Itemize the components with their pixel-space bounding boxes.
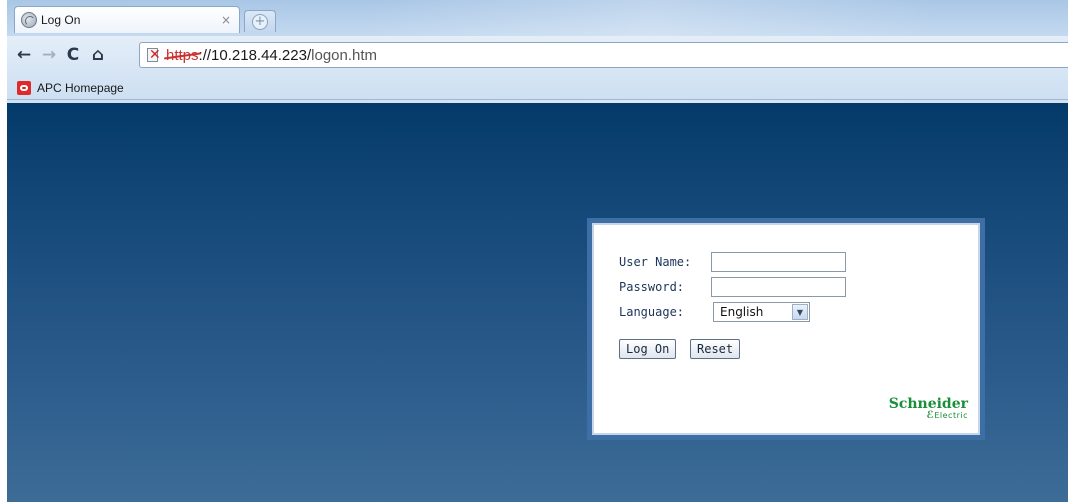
browser-toolbar: ← → C ⌂ ✕ https://10.218.44.223/logon.ht… — [7, 36, 1068, 76]
bookmark-apc-homepage[interactable]: APC Homepage — [17, 79, 124, 97]
schneider-electric-logo: Schneider ℰElectric — [889, 397, 968, 421]
url-host: ://10.218.44.223/ — [198, 46, 312, 64]
brand-name: Schneider — [888, 396, 968, 412]
brand-sub: ℰElectric — [926, 410, 968, 421]
tab-title: Log On — [41, 13, 81, 27]
language-label: Language: — [619, 305, 685, 319]
page-content: User Name: Password: Language: English ▼… — [7, 103, 1068, 502]
reload-icon[interactable]: C — [62, 44, 84, 66]
logon-button[interactable]: Log On — [619, 339, 677, 359]
url-scheme: https — [166, 46, 199, 64]
bookmark-label: APC Homepage — [37, 81, 124, 95]
username-input[interactable] — [711, 252, 846, 272]
insecure-page-icon[interactable]: ✕ — [146, 47, 162, 63]
address-bar[interactable]: ✕ https://10.218.44.223/logon.htm — [139, 42, 1068, 68]
forward-arrow-icon[interactable]: → — [38, 44, 60, 66]
reset-button[interactable]: Reset — [690, 339, 741, 359]
username-row: User Name: — [619, 252, 846, 272]
chevron-down-icon[interactable]: ▼ — [792, 304, 808, 320]
login-panel: User Name: Password: Language: English ▼… — [587, 218, 985, 440]
tab-close-icon[interactable]: × — [221, 13, 231, 27]
password-row: Password: — [619, 277, 846, 297]
browser-tab-active[interactable]: Log On × — [14, 6, 240, 33]
password-input[interactable] — [711, 277, 846, 297]
bookmarks-bar: APC Homepage — [7, 76, 1068, 100]
username-label: User Name: — [619, 255, 692, 269]
url-path: logon.htm — [311, 46, 378, 64]
globe-icon — [21, 12, 37, 28]
language-row: Language: English ▼ — [619, 302, 810, 322]
home-icon[interactable]: ⌂ — [87, 44, 109, 66]
plus-icon: + — [252, 13, 268, 30]
back-arrow-icon[interactable]: ← — [13, 44, 35, 66]
apc-icon — [17, 81, 31, 95]
brand-sub-label: Electric — [934, 411, 968, 420]
new-tab-button[interactable]: + — [244, 10, 276, 32]
language-selected-value: English — [720, 305, 764, 319]
password-label: Password: — [619, 280, 685, 294]
language-select[interactable]: English ▼ — [713, 302, 810, 322]
